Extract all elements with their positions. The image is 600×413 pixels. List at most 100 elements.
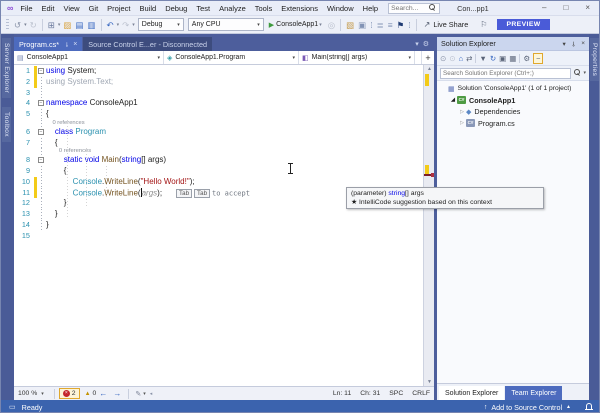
project-dropdown[interactable]: ▤ConsoleApp1▾ bbox=[14, 51, 164, 64]
codelens-row[interactable]: 0 references bbox=[14, 148, 419, 155]
navigate-back-icon[interactable]: ↺ bbox=[14, 20, 21, 30]
maximize-button[interactable]: □ bbox=[563, 4, 568, 12]
sync-with-active-document-icon[interactable]: ⇄ bbox=[466, 54, 472, 63]
dots-icon[interactable]: ⁞ bbox=[370, 20, 372, 30]
horizontal-scrollbar[interactable]: ◂ bbox=[150, 391, 320, 397]
panel-tab-solution-explorer[interactable]: Solution Explorer bbox=[439, 386, 504, 400]
program-cs-node[interactable]: ▷C#Program.cs bbox=[437, 118, 589, 130]
quick-search-box[interactable] bbox=[388, 3, 440, 14]
expander-icon[interactable]: ◢ bbox=[449, 97, 457, 103]
start-debugging-button[interactable]: ▶ConsoleApp1▾ bbox=[269, 21, 323, 29]
quick-search-input[interactable] bbox=[391, 5, 429, 12]
menu-git[interactable]: Git bbox=[89, 4, 99, 13]
collapse-icon[interactable]: − bbox=[38, 100, 44, 106]
undo-icon[interactable]: ↶ bbox=[107, 20, 114, 30]
indent-increase-icon[interactable]: ≡ bbox=[388, 20, 393, 30]
properties-icon[interactable]: ⚙ bbox=[523, 54, 530, 63]
preview-selected-items-icon[interactable]: − bbox=[533, 53, 543, 64]
chevron-down-icon[interactable]: ▾ bbox=[58, 22, 61, 28]
navigate-forward-icon[interactable]: ↻ bbox=[30, 20, 37, 30]
solution-configurations-combo[interactable]: Debug▾ bbox=[138, 18, 184, 31]
split-window-button[interactable]: + bbox=[421, 51, 434, 64]
menu-edit[interactable]: Edit bbox=[42, 4, 55, 13]
solution-node[interactable]: ▦Solution 'ConsoleApp1' (1 of 1 project) bbox=[437, 83, 589, 95]
solution-search-input[interactable] bbox=[440, 68, 571, 79]
menu-build[interactable]: Build bbox=[140, 4, 157, 13]
refresh-icon[interactable]: ↻ bbox=[490, 54, 496, 63]
menu-help[interactable]: Help bbox=[363, 4, 378, 13]
menu-debug[interactable]: Debug bbox=[165, 4, 187, 13]
code-editor[interactable]: 1−using System;2using System.Text;34−nam… bbox=[14, 65, 434, 386]
dependencies-node[interactable]: ▷◆Dependencies bbox=[437, 106, 589, 118]
type-dropdown[interactable]: ◈ConsoleApp1.Program▾ bbox=[164, 51, 299, 64]
codelens-row[interactable]: 0 references bbox=[14, 120, 419, 127]
indent-decrease-icon[interactable]: ≣ bbox=[377, 20, 384, 30]
bookmark-icon[interactable]: ⚑ bbox=[397, 20, 405, 30]
formatting-icon[interactable]: ✎ bbox=[135, 390, 141, 398]
feedback-icon[interactable]: ⚐ bbox=[480, 20, 487, 29]
outlining-margin[interactable]: − bbox=[37, 127, 46, 138]
document-tab[interactable]: Source Control E...er - Disconnected bbox=[83, 37, 212, 51]
error-indicator[interactable]: × 2 bbox=[59, 388, 80, 399]
menu-file[interactable]: File bbox=[20, 4, 32, 13]
outlining-margin[interactable]: − bbox=[37, 98, 46, 109]
scroll-up-icon[interactable]: ▲ bbox=[424, 66, 434, 72]
nest-files-icon[interactable]: ▣ bbox=[499, 54, 506, 63]
navigate-forward-arrow-icon[interactable]: → bbox=[113, 389, 121, 398]
open-file-icon[interactable]: ▨ bbox=[63, 20, 71, 30]
back-icon[interactable]: ⊙ bbox=[440, 54, 446, 63]
new-project-icon[interactable]: ⊞ bbox=[48, 20, 55, 30]
menu-project[interactable]: Project bbox=[107, 4, 130, 13]
tab-list-icon[interactable]: ▾ bbox=[415, 40, 419, 48]
menu-extensions[interactable]: Extensions bbox=[281, 4, 318, 13]
close-button[interactable]: × bbox=[585, 4, 590, 12]
preview-button[interactable]: PREVIEW bbox=[497, 19, 549, 30]
project-node-consoleapp1[interactable]: ◢C#ConsoleApp1 bbox=[437, 95, 589, 107]
toolbar-grip[interactable] bbox=[6, 19, 9, 31]
warning-indicator[interactable]: ▲ 0 bbox=[85, 390, 97, 397]
panel-tab-team-explorer[interactable]: Team Explorer bbox=[505, 386, 562, 400]
save-icon[interactable]: ▤ bbox=[75, 20, 83, 30]
chevron-down-icon[interactable]: ▾ bbox=[132, 22, 135, 28]
solution-explorer-header[interactable]: Solution Explorer ▾⊸× bbox=[437, 37, 589, 51]
solution-explorer-search[interactable]: ▾ bbox=[437, 66, 589, 81]
outlining-margin[interactable]: − bbox=[37, 155, 46, 166]
dots-icon-2[interactable]: ⁞ bbox=[408, 20, 410, 30]
menu-analyze[interactable]: Analyze bbox=[219, 4, 246, 13]
expander-icon[interactable]: ▷ bbox=[458, 120, 466, 126]
scroll-left-icon[interactable]: ◂ bbox=[150, 391, 153, 397]
vertical-scrollbar[interactable]: ▲ ▼ bbox=[423, 65, 434, 386]
collapse-icon[interactable]: − bbox=[38, 68, 44, 74]
outlining-margin[interactable]: − bbox=[37, 66, 46, 77]
minimize-button[interactable]: – bbox=[542, 4, 546, 12]
tool-tab-properties[interactable]: Properties bbox=[590, 38, 599, 81]
close-icon[interactable]: × bbox=[581, 40, 585, 47]
home-icon[interactable]: ⌂ bbox=[459, 54, 464, 63]
pending-changes-filter-icon[interactable]: ▼ bbox=[479, 54, 486, 63]
tool-tab-server-explorer[interactable]: Server Explorer bbox=[2, 38, 11, 98]
show-all-files-icon[interactable]: ▦ bbox=[509, 54, 516, 63]
zoom-selector[interactable]: 100 % ▾ bbox=[18, 390, 44, 397]
solution-platforms-combo[interactable]: Any CPU▾ bbox=[188, 18, 264, 31]
chevron-down-icon[interactable]: ▾ bbox=[24, 22, 27, 28]
tool-tab-toolbox[interactable]: Toolbox bbox=[2, 107, 11, 142]
forward-icon[interactable]: ⊙ bbox=[449, 54, 455, 63]
chevron-up-icon[interactable]: ▲ bbox=[566, 404, 571, 410]
collapse-icon[interactable]: − bbox=[38, 157, 44, 163]
navigate-back-arrow-icon[interactable]: ← bbox=[99, 389, 107, 398]
expander-icon[interactable]: ▷ bbox=[458, 109, 466, 115]
menu-test[interactable]: Test bbox=[196, 4, 210, 13]
live-share-button[interactable]: ↗ Live Share bbox=[424, 20, 469, 29]
menu-tools[interactable]: Tools bbox=[255, 4, 273, 13]
menu-view[interactable]: View bbox=[63, 4, 79, 13]
document-tab[interactable]: Program.cs*⊸× bbox=[14, 37, 82, 51]
add-to-source-control-button[interactable]: Add to Source Control bbox=[491, 403, 562, 412]
tab-options-icon[interactable]: ⚙ bbox=[423, 40, 429, 48]
member-dropdown[interactable]: ◧Main(string[] args)▾ bbox=[299, 51, 415, 64]
pin-icon[interactable]: ⊸ bbox=[569, 41, 577, 46]
attach-process-icon[interactable]: ◎ bbox=[328, 20, 335, 30]
scroll-down-icon[interactable]: ▼ bbox=[424, 379, 434, 385]
menu-window[interactable]: Window bbox=[327, 4, 354, 13]
notifications-bell-icon[interactable] bbox=[585, 403, 593, 411]
window-position-icon[interactable]: ▾ bbox=[562, 40, 565, 48]
